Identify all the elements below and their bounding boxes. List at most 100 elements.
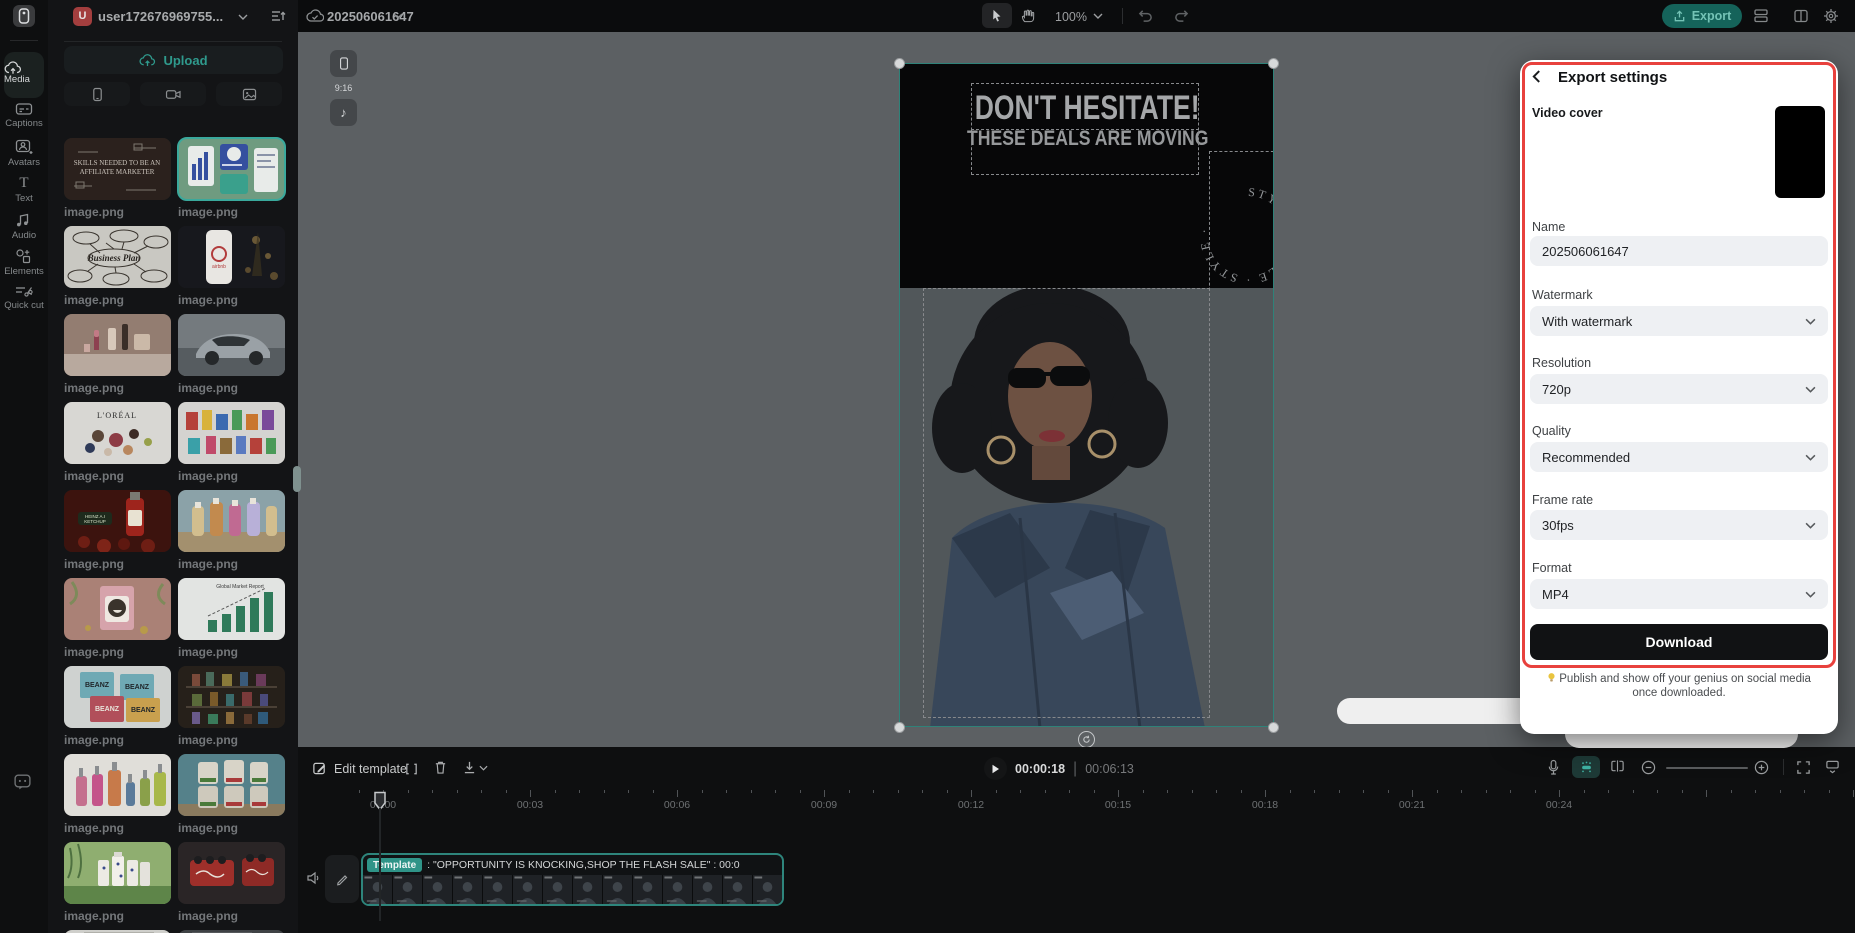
video-frame[interactable]: DON'T HESITATE! THESE DEALS ARE MOVING S… xyxy=(899,63,1274,727)
project-chevron-down-icon[interactable] xyxy=(393,13,403,19)
upload-button[interactable]: Upload xyxy=(64,46,283,74)
media-thumbnail[interactable] xyxy=(64,754,171,816)
phone-preview-icon[interactable] xyxy=(330,50,357,77)
hand-tool-button[interactable] xyxy=(1020,8,1035,24)
media-thumbnail[interactable]: HEINZ A.I KETCHUP xyxy=(64,490,171,552)
media-list-item[interactable]: L'ORÉAL image.png xyxy=(64,402,171,490)
media-thumbnail[interactable] xyxy=(177,137,286,201)
media-list-item[interactable]: image.png xyxy=(64,578,171,666)
export-button[interactable]: Export xyxy=(1662,4,1742,28)
media-list-item[interactable]: image.png xyxy=(178,402,285,490)
user-avatar[interactable]: U xyxy=(73,7,92,26)
name-input[interactable]: 202506061647 xyxy=(1530,236,1828,266)
filter-phone-button[interactable] xyxy=(64,82,130,106)
media-thumbnail[interactable]: L'ORÉAL xyxy=(64,402,171,464)
fullscreen-icon[interactable] xyxy=(1796,760,1811,775)
timeline-zoom-in-icon[interactable] xyxy=(1754,760,1769,775)
sidebar-item-media[interactable]: Media xyxy=(4,52,44,98)
video-cover-thumbnail[interactable] xyxy=(1775,106,1825,198)
sidebar-item-audio[interactable]: Audio xyxy=(0,212,48,241)
render-queue-icon[interactable] xyxy=(1752,8,1770,24)
sidebar-item-text[interactable]: T Text xyxy=(0,176,48,204)
rotate-handle[interactable] xyxy=(1078,731,1095,748)
sort-icon[interactable] xyxy=(270,9,286,23)
redo-icon[interactable] xyxy=(1173,8,1190,23)
back-chevron-icon[interactable] xyxy=(1532,70,1541,83)
help-chat-icon[interactable] xyxy=(13,772,32,791)
media-thumbnail[interactable] xyxy=(178,490,285,552)
workspace-name[interactable]: user172676969755... xyxy=(98,9,223,24)
media-list-item[interactable]: image.png xyxy=(178,842,285,930)
media-list-item[interactable]: image.png xyxy=(64,754,171,842)
media-thumbnail[interactable] xyxy=(178,842,285,904)
format-select[interactable]: MP4 xyxy=(1530,579,1828,609)
track-edit-button[interactable] xyxy=(325,855,359,903)
media-thumbnail[interactable]: Business Plan xyxy=(64,226,171,288)
media-thumbnail[interactable]: SKILLS NEEDED TO BE AN AFFILIATE MARKETER xyxy=(64,138,171,200)
timeline-clip[interactable]: Template : "OPPORTUNITY IS KNOCKING,SHOP… xyxy=(361,853,784,906)
media-thumbnail[interactable]: Global Market Report xyxy=(178,578,285,640)
timeline-zoom-slider[interactable] xyxy=(1666,767,1748,769)
edit-template-button[interactable]: Edit template xyxy=(312,761,407,776)
sidebar-item-quick-cut[interactable]: Quick cut xyxy=(0,284,48,311)
media-list-item[interactable]: Global Market Report image.png xyxy=(178,578,285,666)
app-logo-icon[interactable] xyxy=(13,5,35,27)
zoom-chevron-down-icon[interactable] xyxy=(1093,13,1103,19)
media-list-item[interactable]: image.png xyxy=(177,137,286,226)
timeline-ruler[interactable]: 00:0000:0300:0600:0900:1200:1500:1800:21… xyxy=(298,790,1855,820)
media-list-item[interactable]: image.png xyxy=(178,490,285,578)
resolution-select[interactable]: 720p xyxy=(1530,374,1828,404)
media-thumbnail[interactable] xyxy=(178,402,285,464)
media-thumbnail[interactable] xyxy=(178,754,285,816)
media-list-item[interactable]: image.png xyxy=(178,314,285,402)
watermark-select[interactable]: With watermark xyxy=(1530,306,1828,336)
trash-icon[interactable] xyxy=(434,760,447,775)
resize-handle-top-right[interactable] xyxy=(1268,58,1279,69)
panel-collapse-handle[interactable] xyxy=(293,466,301,492)
split-tool-icon[interactable] xyxy=(404,762,419,776)
tiktok-preview-icon[interactable]: ♪ xyxy=(330,99,357,126)
sidebar-item-elements[interactable]: Elements xyxy=(0,248,48,277)
download-button[interactable]: Download xyxy=(1530,624,1828,660)
media-thumbnail[interactable]: BEANZ BEANZ BEANZ BEANZ xyxy=(64,666,171,728)
quality-select[interactable]: Recommended xyxy=(1530,442,1828,472)
filter-video-button[interactable] xyxy=(140,82,206,106)
media-thumbnail[interactable] xyxy=(178,666,285,728)
preview-display-icon[interactable] xyxy=(1825,759,1840,775)
undo-icon[interactable] xyxy=(1137,8,1154,23)
media-list-item[interactable]: image.png xyxy=(64,314,171,402)
timeline-zoom-out-icon[interactable] xyxy=(1641,760,1656,775)
resize-handle-bottom-right[interactable] xyxy=(1268,722,1279,733)
media-thumbnail[interactable] xyxy=(178,314,285,376)
select-tool-button[interactable] xyxy=(982,3,1012,28)
playhead[interactable] xyxy=(372,791,388,921)
media-list-item[interactable]: image.png xyxy=(178,754,285,842)
media-list-item[interactable]: SKILLS NEEDED TO BE AN AFFILIATE MARKETER… xyxy=(64,138,171,226)
gear-icon[interactable] xyxy=(1823,8,1839,24)
media-list-item[interactable]: airbnb image.png xyxy=(178,226,285,314)
snap-toggle[interactable] xyxy=(1572,756,1600,778)
media-thumbnail[interactable] xyxy=(64,314,171,376)
media-list-item[interactable]: BEANZ BEANZ BEANZ BEANZ image.png xyxy=(64,666,171,754)
media-list-item[interactable]: Business Plan image.png xyxy=(64,226,171,314)
play-button[interactable] xyxy=(984,757,1007,780)
filter-image-button[interactable] xyxy=(216,82,282,106)
download-clip-button[interactable] xyxy=(463,760,488,775)
layout-panels-icon[interactable] xyxy=(1793,8,1809,24)
media-list-item[interactable]: HEINZ A.I KETCHUP image.png xyxy=(64,490,171,578)
sidebar-item-captions[interactable]: Captions xyxy=(0,102,48,129)
workspace-chevron-down-icon[interactable] xyxy=(238,14,248,20)
sidebar-item-avatars[interactable]: Avatars xyxy=(0,139,48,168)
media-thumbnail[interactable] xyxy=(64,578,171,640)
resize-handle-top-left[interactable] xyxy=(894,58,905,69)
media-list-item[interactable]: image.png xyxy=(64,842,171,930)
split-clip-icon[interactable] xyxy=(1610,759,1625,773)
media-thumbnail[interactable] xyxy=(64,842,171,904)
media-thumbnail[interactable]: airbnb xyxy=(178,226,285,288)
frame-rate-select[interactable]: 30fps xyxy=(1530,510,1828,540)
media-list-item[interactable]: image.png xyxy=(178,666,285,754)
resize-handle-bottom-left[interactable] xyxy=(894,722,905,733)
voiceover-mic-icon[interactable] xyxy=(1547,759,1560,776)
canvas-zoom-level[interactable]: 100% xyxy=(1055,10,1087,24)
track-volume-icon[interactable] xyxy=(306,871,322,885)
